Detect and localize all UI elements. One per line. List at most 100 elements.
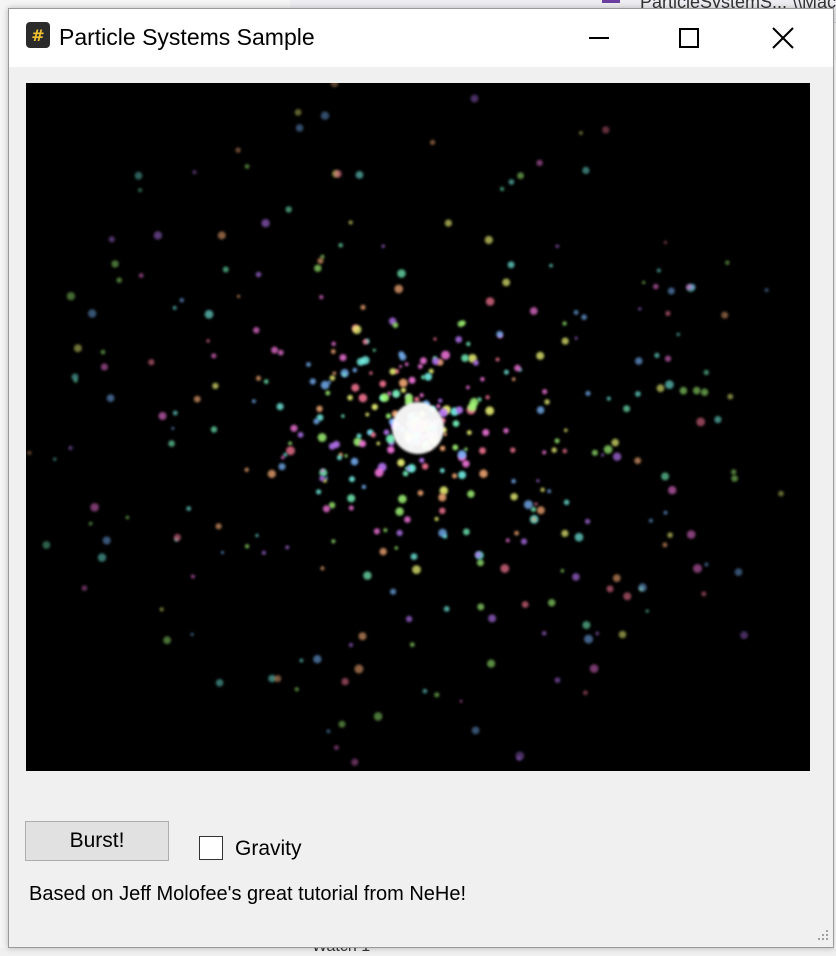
particle [505,538,510,543]
particle-window: # Particle Systems Sample Burst! Gravity… [8,8,834,948]
minimize-button[interactable] [554,9,644,67]
particle [485,297,495,306]
particle [731,469,737,475]
particle [667,287,675,295]
particle [371,403,378,411]
particle [341,677,349,686]
particle [409,642,415,648]
client-area: Burst! Gravity Based on Jeff Molofee's g… [9,67,833,947]
gravity-label[interactable]: Gravity [235,837,302,861]
particle [623,592,632,601]
particle [211,353,217,359]
particle [595,631,600,636]
particle [297,431,304,438]
particle [439,507,446,514]
particle [314,264,322,272]
particle [433,337,437,341]
particle [584,518,591,525]
particle [309,378,316,385]
particle [532,517,536,522]
particle [337,455,342,461]
particle [356,433,362,439]
particle [348,220,353,225]
particle [394,284,404,294]
particle [171,426,175,430]
particle [487,659,496,668]
maximize-button[interactable] [644,9,734,67]
particle [555,244,559,248]
particle [344,454,348,458]
particle [294,109,302,116]
particle [42,541,51,549]
particle [244,544,250,549]
particle [467,402,477,412]
particle [548,599,556,607]
particle [414,396,420,402]
particle [554,677,561,683]
particle [274,675,282,683]
particle [360,304,366,310]
particle [351,383,360,392]
particle [703,369,709,376]
particle [398,351,405,357]
particle [589,664,599,673]
particle [477,603,485,611]
particle [294,687,299,692]
particle [510,493,518,501]
particle [701,591,707,597]
particle [603,445,613,454]
particle [389,368,397,375]
particle [612,574,621,582]
particle [267,469,276,478]
particle [665,380,674,389]
particle [466,430,472,435]
particle [148,359,155,366]
particle [134,171,143,180]
particle [606,396,611,401]
particle [686,530,696,539]
particle [551,447,557,453]
particle [402,470,409,477]
title-bar[interactable]: # Particle Systems Sample [9,9,833,67]
particle [667,532,673,538]
particle [653,283,659,290]
particle [179,297,185,303]
particle [138,273,144,278]
gravity-checkbox[interactable] [199,836,223,860]
particle [441,350,450,360]
particle [601,453,605,457]
particle [244,164,250,169]
svg-text:#: # [31,26,44,45]
particle-core [392,402,444,454]
particle [285,206,292,213]
particle [511,478,516,484]
particle [277,349,284,356]
particle [358,393,368,403]
particle [496,330,504,338]
particle [542,450,547,455]
particle [362,339,368,345]
particle [193,395,201,403]
particle [381,244,385,248]
particle [421,463,429,470]
particle [355,171,364,179]
particle [536,159,543,167]
particle [510,447,516,453]
resize-grip-icon[interactable] [815,927,829,941]
particle [578,131,583,135]
particle [392,389,401,398]
particle [485,395,490,400]
particle [547,489,552,494]
particle-canvas[interactable] [26,79,810,771]
particle [536,351,545,360]
particle [392,322,399,328]
particle [190,574,195,579]
particle [288,441,292,446]
close-button[interactable] [738,9,828,67]
particle [419,393,424,398]
burst-button[interactable]: Burst! [25,821,169,861]
particle [648,518,653,523]
particle [285,545,290,550]
particle [394,546,398,550]
particle [663,510,668,515]
